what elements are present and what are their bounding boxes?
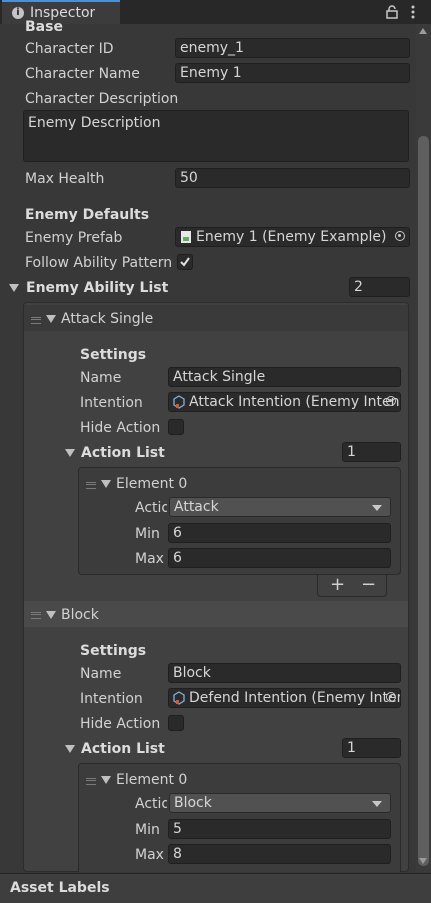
- foldout-icon[interactable]: [46, 315, 56, 323]
- foldout-icon[interactable]: [101, 776, 111, 784]
- drag-handle-icon[interactable]: [31, 612, 41, 619]
- settings-header: Settings: [80, 643, 147, 659]
- action-list-count[interactable]: 1: [342, 442, 401, 462]
- object-picker-icon[interactable]: [386, 396, 396, 406]
- action-label: Action: [135, 796, 167, 812]
- intention-label: Intention: [80, 691, 143, 707]
- lock-icon[interactable]: [386, 5, 398, 19]
- min-label: Min: [135, 822, 160, 838]
- character-name-label: Character Name: [25, 66, 140, 82]
- action-list-label[interactable]: Action List: [81, 739, 165, 759]
- foldout-icon[interactable]: [46, 611, 56, 619]
- name-label: Name: [80, 370, 122, 386]
- element-title[interactable]: Element 0: [116, 474, 187, 494]
- drag-handle-icon[interactable]: [86, 778, 96, 785]
- foldout-icon[interactable]: [65, 745, 75, 753]
- action-list-count[interactable]: 1: [342, 738, 401, 758]
- scriptable-object-icon: [173, 395, 185, 409]
- character-id-label: Character ID: [25, 41, 114, 57]
- name-label: Name: [80, 666, 122, 682]
- name-field[interactable]: Attack Single: [168, 367, 401, 387]
- action-dropdown[interactable]: Attack: [169, 497, 391, 517]
- character-description-field[interactable]: Enemy Description: [23, 110, 409, 162]
- checkmark-icon: [180, 257, 190, 267]
- max-label: Max: [135, 847, 164, 863]
- enemy-prefab-label: Enemy Prefab: [25, 230, 123, 246]
- ability-list-label[interactable]: Enemy Ability List: [26, 278, 168, 298]
- scroll-up-icon[interactable]: [419, 28, 427, 34]
- ability-item-title[interactable]: Attack Single: [61, 309, 153, 329]
- name-field[interactable]: Block: [168, 663, 401, 683]
- list-footer-buttons: + −: [317, 575, 387, 597]
- object-picker-icon[interactable]: [386, 692, 396, 702]
- action-value: Block: [174, 795, 212, 811]
- enemy-prefab-value: Enemy 1 (Enemy Example): [196, 229, 387, 245]
- element-title[interactable]: Element 0: [116, 770, 187, 790]
- action-value: Attack: [174, 499, 219, 515]
- drag-handle-icon[interactable]: [31, 317, 41, 324]
- intention-value: Attack Intention (Enemy Intention): [189, 394, 400, 410]
- base-header: Base: [25, 19, 63, 35]
- scrollbar-thumb[interactable]: [418, 136, 429, 866]
- character-description-label: Character Description: [25, 91, 179, 107]
- action-dropdown[interactable]: Block: [169, 793, 391, 813]
- character-id-field[interactable]: enemy_1: [175, 38, 410, 58]
- max-health-label: Max Health: [25, 171, 105, 187]
- min-field[interactable]: 6: [168, 523, 391, 543]
- scriptable-object-icon: [173, 691, 185, 705]
- prefab-icon: [180, 230, 192, 244]
- follow-pattern-checkbox[interactable]: [177, 254, 193, 270]
- scrollbar[interactable]: [416, 24, 431, 872]
- foldout-icon[interactable]: [9, 284, 19, 292]
- character-name-field[interactable]: Enemy 1: [175, 63, 410, 83]
- asset-labels-bar[interactable]: Asset Labels: [0, 873, 431, 903]
- intention-field[interactable]: Defend Intention (Enemy Intention): [168, 688, 401, 708]
- dropdown-arrow-icon: [372, 505, 382, 511]
- min-label: Min: [135, 526, 160, 542]
- info-icon: i: [12, 7, 24, 19]
- foldout-icon[interactable]: [101, 480, 111, 488]
- kebab-menu-icon[interactable]: [410, 4, 416, 20]
- max-field[interactable]: 6: [168, 548, 391, 568]
- ability-list-count[interactable]: 2: [349, 277, 410, 297]
- dropdown-arrow-icon: [372, 801, 382, 807]
- max-field[interactable]: 8: [168, 844, 391, 864]
- intention-label: Intention: [80, 395, 143, 411]
- enemy-prefab-field[interactable]: Enemy 1 (Enemy Example): [175, 227, 410, 247]
- asset-labels-title: Asset Labels: [10, 880, 110, 896]
- add-element-button[interactable]: +: [330, 575, 345, 595]
- follow-pattern-label: Follow Ability Pattern: [25, 255, 173, 271]
- hide-action-checkbox[interactable]: [168, 419, 184, 435]
- foldout-icon[interactable]: [65, 449, 75, 457]
- ability-item-title[interactable]: Block: [61, 605, 99, 625]
- remove-element-button[interactable]: −: [361, 575, 376, 595]
- action-list-label[interactable]: Action List: [81, 443, 165, 463]
- drag-handle-icon[interactable]: [86, 482, 96, 489]
- object-picker-icon[interactable]: [395, 231, 405, 241]
- intention-value: Defend Intention (Enemy Intention): [189, 690, 400, 706]
- intention-field[interactable]: Attack Intention (Enemy Intention): [168, 392, 401, 412]
- min-field[interactable]: 5: [168, 819, 391, 839]
- action-label: Action: [135, 500, 167, 516]
- settings-header: Settings: [80, 347, 147, 363]
- hide-action-label: Hide Action: [80, 420, 161, 436]
- hide-action-label: Hide Action: [80, 716, 161, 732]
- hide-action-checkbox[interactable]: [168, 715, 184, 731]
- scroll-down-icon[interactable]: [419, 858, 427, 864]
- enemy-defaults-header: Enemy Defaults: [25, 207, 150, 223]
- max-label: Max: [135, 551, 164, 567]
- max-health-field[interactable]: 50: [175, 168, 410, 188]
